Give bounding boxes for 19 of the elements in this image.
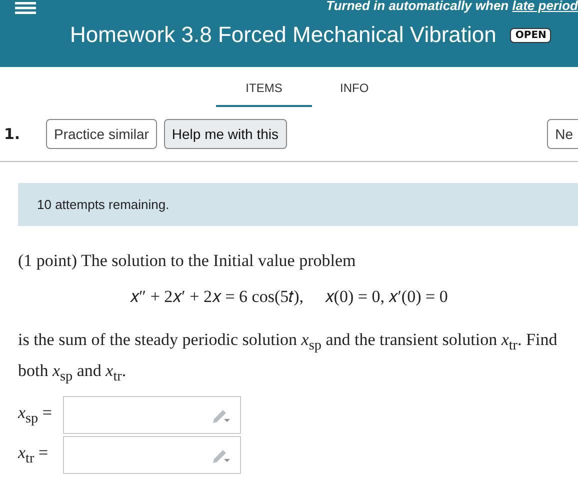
equation: 𝑥″ + 2𝑥′ + 2𝑥 = 6 cos(5𝑡), 𝑥(0) = 0, 𝑥′(0) = 0 xyxy=(130,287,449,307)
question-text: is the sum of the steady periodic solution x$_{sp}$ and the transient solution x$_{tr}$. Find both x$_{sp}$ and x$_{tr}$. xyxy=(18,329,558,387)
answer-field[interactable] xyxy=(63,436,241,474)
answer-label: x$_{sp}$ = xyxy=(18,402,53,427)
item-number: 1. xyxy=(3,125,22,143)
next-button[interactable]: Ne xyxy=(547,119,578,149)
attempts-alert: 10 attempts remaining. xyxy=(18,183,578,226)
turn-in-notice: Turned in automatically when late period xyxy=(326,0,578,13)
question-text: (1 point) The solution to the Initial value problem xyxy=(18,251,357,271)
status-badge: OPEN xyxy=(510,28,552,42)
menu-icon[interactable] xyxy=(15,2,36,14)
tab[interactable]: ITEMS xyxy=(216,77,312,107)
answer-field[interactable] xyxy=(63,396,241,434)
answer-label: x$_{tr}$ = xyxy=(18,442,50,467)
help-button[interactable]: Help me with this xyxy=(164,119,286,149)
tab[interactable]: INFO xyxy=(340,77,369,107)
late-period-link[interactable]: late period xyxy=(512,0,578,13)
practice-button[interactable]: Practice similar xyxy=(46,119,157,149)
assignment-title: Homework 3.8 Forced Mechanical Vibration xyxy=(70,22,496,48)
